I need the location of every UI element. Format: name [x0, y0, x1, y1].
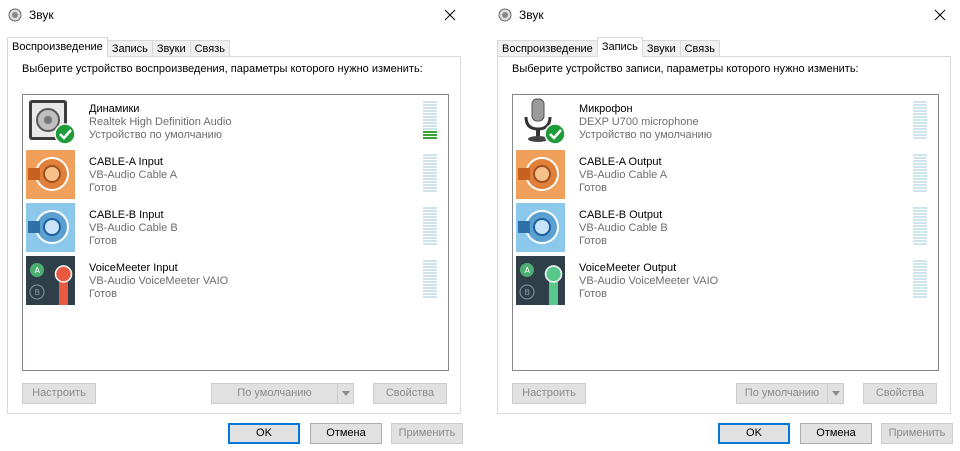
- speaker-icon: [29, 100, 75, 145]
- voicemeeter-input-icon: A B: [26, 256, 75, 305]
- cable-a-icon: [516, 150, 565, 199]
- cable-a-icon: [26, 150, 75, 199]
- device-driver: VB-Audio Cable B: [579, 222, 668, 234]
- svg-text:B: B: [35, 288, 41, 297]
- tab-bar: Воспроизведение Запись Звуки Связь: [497, 37, 721, 57]
- device-item[interactable]: Микрофон DEXP U700 microphone Устройство…: [514, 96, 937, 146]
- device-driver: VB-Audio Cable A: [89, 169, 178, 181]
- device-status: Готов: [89, 288, 117, 300]
- chevron-down-icon[interactable]: [337, 384, 353, 403]
- device-status: Готов: [579, 288, 607, 300]
- tab-playback[interactable]: Воспроизведение: [7, 37, 108, 57]
- apply-button[interactable]: Применить: [391, 423, 463, 444]
- device-item[interactable]: Динамики Realtek High Definition Audio У…: [24, 96, 447, 146]
- level-meter: [913, 207, 927, 246]
- speaker-app-icon: [8, 8, 22, 22]
- tab-communications[interactable]: Связь: [189, 40, 231, 57]
- tab-communications[interactable]: Связь: [679, 40, 721, 57]
- device-driver: VB-Audio VoiceMeeter VAIO: [579, 275, 719, 287]
- device-driver: VB-Audio VoiceMeeter VAIO: [89, 275, 229, 287]
- tab-panel: Выберите устройство воспроизведения, пар…: [7, 56, 461, 414]
- level-meter: [913, 154, 927, 193]
- set-default-button[interactable]: По умолчанию: [211, 383, 354, 404]
- level-meter: [423, 154, 437, 193]
- device-name: CABLE-A Input: [89, 156, 163, 168]
- microphone-icon: [524, 98, 565, 145]
- device-item[interactable]: CABLE-B Input VB-Audio Cable B Готов: [24, 202, 447, 252]
- device-status: Готов: [89, 235, 117, 247]
- device-name: CABLE-B Output: [579, 209, 663, 221]
- tab-playback[interactable]: Воспроизведение: [497, 40, 598, 57]
- close-button[interactable]: [920, 0, 960, 30]
- svg-text:A: A: [525, 266, 531, 275]
- device-list[interactable]: Микрофон DEXP U700 microphone Устройство…: [512, 94, 939, 371]
- window-title: Звук: [519, 8, 544, 22]
- speaker-app-icon: [498, 8, 512, 22]
- device-status: Устройство по умолчанию: [579, 129, 713, 141]
- device-item[interactable]: CABLE-B Output VB-Audio Cable B Готов: [514, 202, 937, 252]
- device-item[interactable]: CABLE-A Input VB-Audio Cable A Готов: [24, 149, 447, 199]
- voicemeeter-output-icon: A B: [516, 256, 565, 305]
- device-status: Готов: [579, 182, 607, 194]
- device-status: Готов: [579, 235, 607, 247]
- set-default-label: По умолчанию: [744, 387, 820, 399]
- level-meter: [913, 101, 927, 140]
- device-name: CABLE-B Input: [89, 209, 164, 221]
- apply-button[interactable]: Применить: [881, 423, 953, 444]
- device-name: VoiceMeeter Output: [579, 262, 677, 274]
- title-bar: Звук: [490, 0, 960, 30]
- configure-button[interactable]: Настроить: [22, 383, 96, 404]
- device-item[interactable]: A B VoiceMeeter Output VB-Audio VoiceMee…: [514, 255, 937, 305]
- set-default-label: По умолчанию: [237, 387, 312, 399]
- close-button[interactable]: [430, 0, 470, 30]
- svg-text:B: B: [525, 288, 531, 297]
- device-item[interactable]: A B VoiceMeeter Input VB-Audio VoiceMeet…: [24, 255, 447, 305]
- tab-panel: Выберите устройство записи, параметры ко…: [497, 56, 951, 414]
- device-driver: DEXP U700 microphone: [579, 116, 699, 128]
- close-icon: [444, 9, 456, 21]
- close-icon: [934, 9, 946, 21]
- device-status: Готов: [89, 182, 117, 194]
- ok-button[interactable]: OK: [718, 423, 790, 444]
- svg-text:A: A: [35, 266, 41, 275]
- title-bar: Звук: [0, 0, 470, 30]
- level-meter: [423, 207, 437, 246]
- tab-sounds[interactable]: Звуки: [151, 40, 191, 57]
- sound-dialog-recording: Звук Воспроизведение Запись Звуки Связь …: [490, 0, 960, 451]
- cable-b-icon: [26, 203, 75, 252]
- tab-recording[interactable]: Запись: [106, 40, 153, 57]
- device-name: Микрофон: [579, 103, 633, 115]
- instruction-text: Выберите устройство записи, параметры ко…: [512, 63, 859, 75]
- device-driver: Realtek High Definition Audio: [89, 116, 232, 128]
- device-list[interactable]: Динамики Realtek High Definition Audio У…: [22, 94, 449, 371]
- tab-recording[interactable]: Запись: [596, 37, 643, 57]
- properties-button[interactable]: Свойства: [373, 383, 447, 404]
- set-default-button[interactable]: По умолчанию: [736, 383, 844, 404]
- device-name: VoiceMeeter Input: [89, 262, 178, 274]
- ok-button[interactable]: OK: [228, 423, 300, 444]
- device-name: CABLE-A Output: [579, 156, 662, 168]
- level-meter: [423, 260, 437, 299]
- device-name: Динамики: [89, 103, 140, 115]
- device-driver: VB-Audio Cable A: [579, 169, 668, 181]
- cancel-button[interactable]: Отмена: [310, 423, 382, 444]
- cable-b-icon: [516, 203, 565, 252]
- tab-bar: Воспроизведение Запись Звуки Связь: [7, 37, 231, 57]
- device-status: Устройство по умолчанию: [89, 129, 223, 141]
- tab-sounds[interactable]: Звуки: [641, 40, 681, 57]
- instruction-text: Выберите устройство воспроизведения, пар…: [22, 63, 423, 75]
- sound-dialog-playback: Звук Воспроизведение Запись Звуки Связь …: [0, 0, 470, 451]
- chevron-down-icon[interactable]: [827, 384, 843, 403]
- window-title: Звук: [29, 8, 54, 22]
- device-item[interactable]: CABLE-A Output VB-Audio Cable A Готов: [514, 149, 937, 199]
- configure-button[interactable]: Настроить: [512, 383, 586, 404]
- properties-button[interactable]: Свойства: [863, 383, 937, 404]
- cancel-button[interactable]: Отмена: [800, 423, 872, 444]
- level-meter: [913, 260, 927, 299]
- level-meter: [423, 101, 437, 140]
- device-driver: VB-Audio Cable B: [89, 222, 178, 234]
